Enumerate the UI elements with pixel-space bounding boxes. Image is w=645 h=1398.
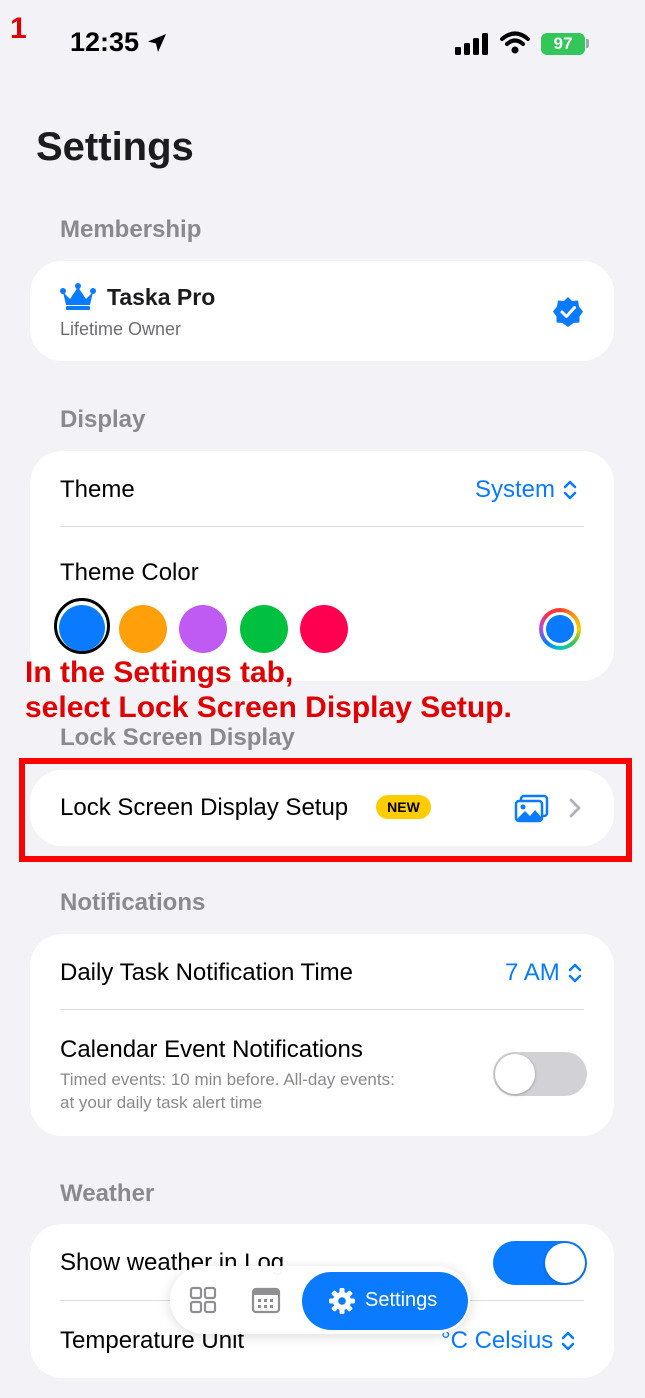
daily-time-picker[interactable]: 7 AM — [505, 959, 584, 987]
notifications-divider — [60, 1009, 584, 1010]
calendar-desc-line-1: Timed events: 10 min before. All-day eve… — [60, 1070, 395, 1089]
calendar-icon[interactable] — [251, 1286, 281, 1314]
verified-badge-icon — [553, 297, 583, 327]
daily-notification-label: Daily Task Notification Time — [60, 959, 353, 986]
color-swatch-blue[interactable] — [59, 605, 105, 651]
color-swatch-orange[interactable] — [119, 605, 167, 653]
chevron-up-down-icon — [562, 1331, 575, 1351]
status-time: 12:35 — [70, 27, 140, 57]
membership-header: Membership — [60, 216, 202, 243]
tab-settings-label: Settings — [365, 1289, 438, 1311]
daily-time-value: 7 AM — [505, 959, 560, 986]
membership-subtitle: Lifetime Owner — [60, 319, 182, 339]
toggle-knob — [545, 1243, 585, 1283]
chevron-up-down-icon — [563, 480, 577, 500]
color-swatch-pink[interactable] — [300, 605, 348, 653]
calendar-desc-line-2: at your daily task alert time — [60, 1093, 263, 1112]
toggle-knob — [495, 1054, 535, 1094]
battery-indicator: 97 — [541, 33, 585, 55]
location-arrow-icon — [148, 34, 166, 52]
theme-value: System — [475, 476, 556, 503]
instruction-line-2: select Lock Screen Display Setup. — [25, 691, 512, 724]
color-swatch-purple[interactable] — [179, 605, 227, 653]
calendar-notifications-label: Calendar Event Notifications — [60, 1036, 363, 1063]
crown-icon — [60, 283, 96, 310]
color-wheel-icon — [546, 615, 574, 643]
temperature-unit-value: °C Celsius — [441, 1327, 554, 1354]
chevron-up-down-icon — [568, 963, 581, 983]
show-weather-toggle[interactable] — [493, 1241, 587, 1285]
theme-picker[interactable]: System — [475, 476, 579, 504]
display-divider — [60, 526, 584, 527]
membership-plan: Taska Pro — [107, 284, 216, 310]
custom-color-picker[interactable] — [539, 608, 581, 650]
battery-level: 97 — [553, 34, 573, 53]
theme-label: Theme — [60, 476, 135, 503]
theme-color-label: Theme Color — [60, 559, 199, 586]
grid-icon[interactable] — [189, 1286, 217, 1314]
calendar-notifications-toggle[interactable] — [493, 1052, 587, 1096]
wifi-icon — [500, 31, 530, 54]
membership-card[interactable] — [30, 261, 614, 361]
gear-icon — [329, 1288, 355, 1314]
temperature-unit-picker[interactable]: °C Celsius — [441, 1327, 577, 1355]
cellular-signal-icon — [455, 33, 488, 55]
lock-screen-header: Lock Screen Display — [60, 724, 295, 751]
weather-header: Weather — [60, 1180, 155, 1207]
notifications-header: Notifications — [60, 889, 206, 916]
instruction-line-1: In the Settings tab, — [25, 656, 294, 689]
color-swatch-green[interactable] — [240, 605, 288, 653]
battery-tip — [586, 39, 589, 48]
annotation-highlight-box — [19, 758, 632, 862]
display-header: Display — [60, 406, 146, 433]
tab-settings[interactable]: Settings — [302, 1272, 468, 1330]
step-number: 1 — [10, 12, 27, 45]
page-title: Settings — [36, 125, 194, 169]
